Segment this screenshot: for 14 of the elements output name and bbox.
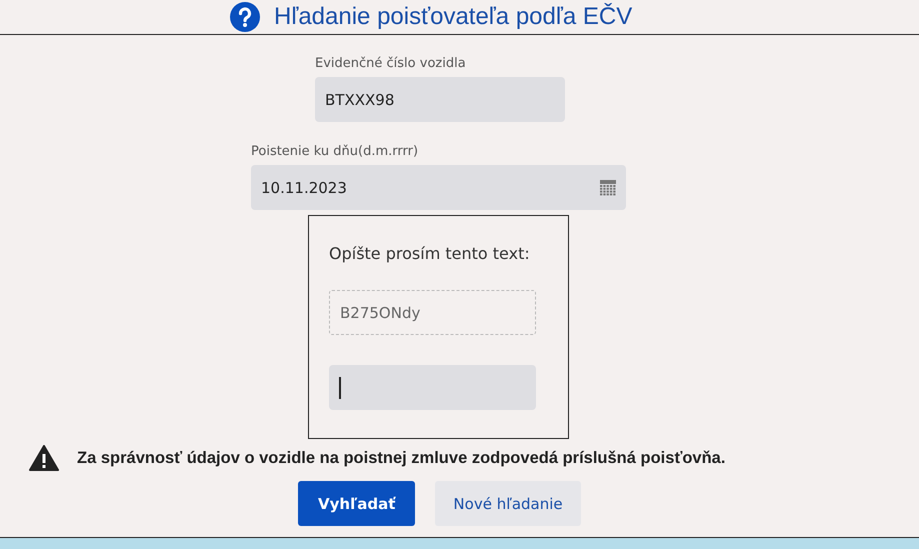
warning-icon xyxy=(29,445,59,471)
captcha-code: B275ONdy xyxy=(329,290,536,335)
page-title: Hľadanie poisťovateľa podľa EČV xyxy=(274,3,632,31)
field-label: Evidenčné číslo vozidla xyxy=(315,56,467,71)
notice-text: Za správnosť údajov o vozidle na poistnej zmluve zodpovedá príslušná poisťovňa. xyxy=(77,448,726,468)
search-button[interactable]: Vyhľadať xyxy=(298,481,416,526)
captcha-prompt: Opíšte prosím tento text: xyxy=(329,244,531,263)
date-input-field[interactable]: 10.11.2023 xyxy=(251,165,626,210)
captcha-input-field[interactable] xyxy=(329,365,536,410)
help-icon xyxy=(230,2,260,32)
reset-button[interactable]: Nové hľadanie xyxy=(435,481,581,526)
field-label: Poistenie ku dňu(d.m.rrrr) xyxy=(251,144,420,159)
calendar-icon[interactable] xyxy=(600,180,616,196)
plate-input-field[interactable]: BTXXX98 xyxy=(315,77,565,122)
